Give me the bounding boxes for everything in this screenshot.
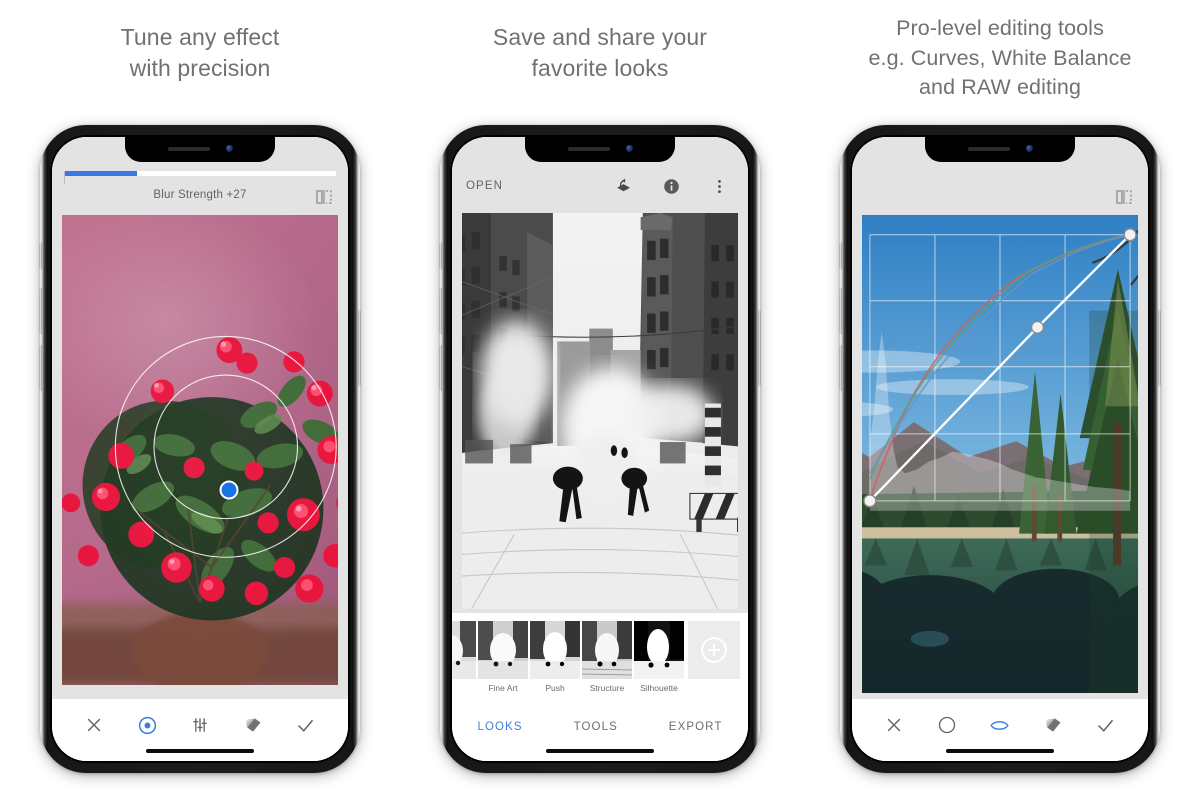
panel-2-caption: Save and share your favorite looks [492, 24, 708, 82]
snapseed-curves-app [852, 137, 1148, 761]
flower-photo-image [62, 215, 338, 685]
earpiece-speaker [567, 146, 610, 151]
snapseed-lens-blur-app: Blur Strength +27 [52, 137, 348, 761]
list-item[interactable]: Silhouette [634, 621, 684, 693]
screenshot-root: Tune any effect with precision Blur Stre… [0, 0, 1200, 800]
home-indicator [146, 748, 254, 753]
earpiece-speaker [967, 146, 1010, 151]
more-vertical-icon[interactable] [704, 171, 734, 201]
add-look-button[interactable] [688, 621, 740, 679]
phone-1-bezel: Blur Strength +27 [50, 135, 350, 763]
list-item[interactable]: Push [530, 621, 580, 693]
list-item[interactable]: Structure [582, 621, 632, 693]
snapseed-looks-app: OPEN Fine Art Push Structure Silhouette … [452, 137, 748, 761]
looks-stack-button[interactable] [238, 710, 268, 740]
tab-tools[interactable]: TOOLS [574, 721, 618, 733]
notch [525, 137, 675, 162]
volume-down-button[interactable] [439, 345, 442, 391]
phone-3-screen [852, 137, 1148, 761]
front-camera [625, 145, 633, 152]
edited-photo[interactable] [462, 213, 738, 609]
phone-1-canvas[interactable] [52, 209, 348, 699]
panel-1-caption: Tune any effect with precision [120, 24, 280, 82]
phone-3-bezel [850, 135, 1150, 763]
curve-point-mid [1030, 320, 1045, 334]
preview-eye-button[interactable] [985, 710, 1015, 740]
notch [125, 137, 275, 162]
mute-switch[interactable] [839, 243, 842, 269]
apply-button[interactable] [1091, 710, 1121, 740]
cancel-button[interactable] [879, 710, 909, 740]
list-item[interactable]: Fine Art [478, 621, 528, 693]
home-indicator [546, 748, 654, 753]
compare-split-icon[interactable] [1114, 187, 1134, 207]
look-label: Fine Art [488, 683, 518, 693]
mute-switch[interactable] [39, 243, 42, 269]
look-label: Push [545, 683, 565, 693]
cancel-button[interactable] [79, 710, 109, 740]
volume-down-button[interactable] [839, 345, 842, 391]
list-item[interactable] [452, 621, 476, 679]
phone-3-canvas[interactable] [852, 209, 1148, 699]
notch [925, 137, 1075, 162]
tab-export[interactable]: EXPORT [669, 721, 723, 733]
panel-3-caption: Pro-level editing tools e.g. Curves, Whi… [868, 16, 1132, 100]
lens-blur-button[interactable] [132, 710, 162, 740]
phone-mockup-2: OPEN Fine Art Push Structure Silhouette … [439, 125, 761, 773]
look-thumbnail[interactable] [452, 621, 476, 679]
slider-start-tick [64, 171, 65, 184]
mute-switch[interactable] [439, 243, 442, 269]
edited-photo[interactable] [62, 215, 338, 685]
look-thumbnail[interactable] [478, 621, 528, 679]
lens-blur-center-handle[interactable] [219, 480, 239, 500]
front-camera [1025, 145, 1033, 152]
phone-2-canvas[interactable] [452, 209, 748, 613]
power-button[interactable] [758, 310, 761, 386]
phone-1-screen: Blur Strength +27 [52, 137, 348, 761]
info-icon[interactable] [656, 171, 686, 201]
top-icon-group [608, 171, 734, 201]
panel-save-and-share: Save and share your favorite looks OPEN [400, 0, 800, 800]
looks-preset-strip[interactable]: Fine Art Push Structure Silhouette [452, 613, 748, 705]
compare-split-icon[interactable] [314, 187, 334, 207]
phone-mockup-3 [839, 125, 1161, 773]
volume-up-button[interactable] [839, 288, 842, 334]
open-button[interactable]: OPEN [466, 180, 503, 192]
tab-looks[interactable]: LOOKS [477, 721, 522, 733]
phone-mockup-1: Blur Strength +27 [39, 125, 361, 773]
blur-strength-slider[interactable] [64, 171, 336, 176]
parameter-label: Blur Strength +27 [153, 189, 247, 201]
look-label: Structure [589, 683, 625, 693]
panel-tune-any-effect: Tune any effect with precision Blur Stre… [0, 0, 400, 800]
look-thumbnail[interactable] [582, 621, 632, 679]
look-label: Silhouette [640, 683, 678, 693]
volume-down-button[interactable] [39, 345, 42, 391]
phone-2-screen: OPEN Fine Art Push Structure Silhouette … [452, 137, 748, 761]
looks-stack-button[interactable] [1038, 710, 1068, 740]
tone-curve-editor[interactable] [862, 215, 1138, 511]
look-thumbnail[interactable] [530, 621, 580, 679]
adjust-sliders-button[interactable] [185, 710, 215, 740]
apply-button[interactable] [291, 710, 321, 740]
city-photo-image [462, 213, 738, 609]
power-button[interactable] [358, 310, 361, 386]
earpiece-speaker [167, 146, 210, 151]
curve-point-white [1123, 228, 1137, 242]
volume-up-button[interactable] [439, 288, 442, 334]
phone-2-bezel: OPEN Fine Art Push Structure Silhouette … [450, 135, 750, 763]
curve-point-black [863, 494, 877, 508]
blur-strength-fill [64, 171, 138, 176]
look-thumbnail[interactable] [634, 621, 684, 679]
undo-stack-icon[interactable] [608, 171, 638, 201]
home-indicator [946, 748, 1054, 753]
front-camera [225, 145, 233, 152]
volume-up-button[interactable] [39, 288, 42, 334]
panel-pro-level-tools: Pro-level editing tools e.g. Curves, Whi… [800, 0, 1200, 800]
edited-photo[interactable] [862, 215, 1138, 693]
power-button[interactable] [1158, 310, 1161, 386]
contrast-circle-icon[interactable] [932, 710, 962, 740]
